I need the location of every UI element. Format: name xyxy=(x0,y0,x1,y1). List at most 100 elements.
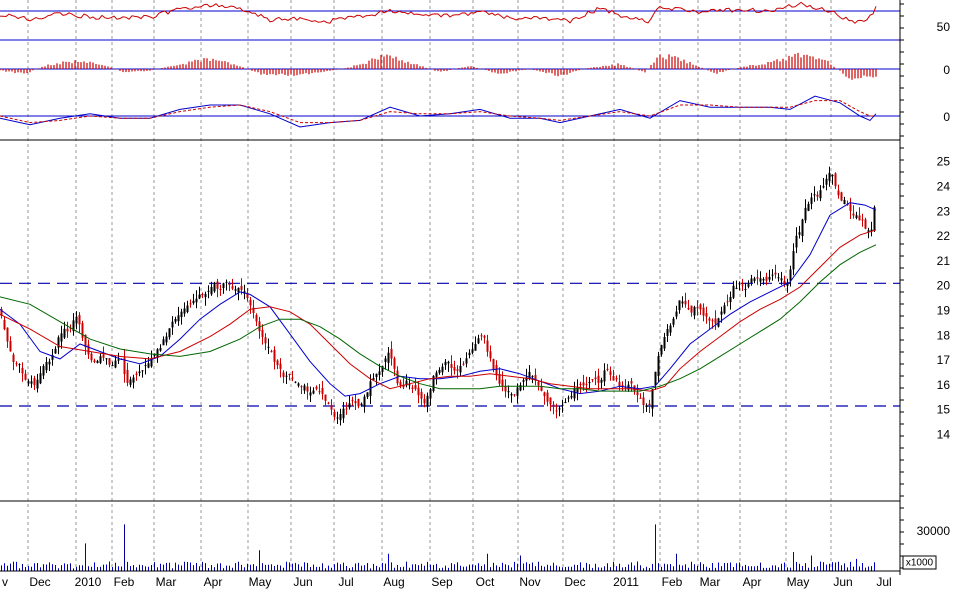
candle-body xyxy=(207,290,210,292)
candle-body xyxy=(273,349,276,362)
histogram-panel xyxy=(0,52,900,80)
candle-body xyxy=(693,307,696,316)
candle-body xyxy=(759,278,762,282)
x-tick-label: Apr xyxy=(204,575,223,589)
candle-body xyxy=(171,321,174,328)
moving-average-short xyxy=(0,202,877,397)
candle-body xyxy=(351,399,354,401)
candle-body xyxy=(714,318,717,324)
signal-panel xyxy=(0,95,900,128)
candle-body xyxy=(225,281,228,283)
candle-body xyxy=(546,392,549,402)
candle-body xyxy=(612,376,615,381)
candle-body xyxy=(609,371,612,376)
candle-body xyxy=(102,354,105,358)
candle-body xyxy=(771,274,774,276)
candle-body xyxy=(720,311,723,315)
candle-body xyxy=(852,213,855,216)
candle-body xyxy=(588,382,591,383)
candle-body xyxy=(66,328,69,332)
candle-body xyxy=(696,307,699,309)
candle-body xyxy=(300,386,303,388)
candle-body xyxy=(159,348,162,351)
candle-body xyxy=(366,392,369,397)
price-tick-label: 14 xyxy=(937,427,951,441)
candle-body xyxy=(249,299,252,306)
candle-body xyxy=(189,303,192,305)
candle-body xyxy=(30,381,33,384)
candle-body xyxy=(309,392,312,396)
candle-body xyxy=(33,378,36,386)
candle-body xyxy=(450,364,453,368)
candle-body xyxy=(195,298,198,303)
oscillator-line xyxy=(0,1,877,24)
candle-body xyxy=(501,379,504,386)
candle-body xyxy=(183,308,186,314)
candle-body xyxy=(444,361,447,366)
signal-trigger-line xyxy=(0,100,876,124)
candle-body xyxy=(261,329,264,337)
candle-body xyxy=(522,380,525,382)
candle-body xyxy=(615,378,618,380)
candle-body xyxy=(630,381,633,384)
candle-body xyxy=(75,316,78,324)
candle-body xyxy=(543,392,546,397)
candle-body xyxy=(60,333,63,342)
price-tick-label: 19 xyxy=(937,303,951,317)
candle-body xyxy=(777,277,780,279)
candle-body xyxy=(126,369,129,383)
x-tick-label: Feb xyxy=(114,575,135,589)
candle-body xyxy=(747,284,750,287)
candle-body xyxy=(279,363,282,369)
candle-body xyxy=(87,344,90,355)
candle-body xyxy=(315,386,318,389)
signal-line xyxy=(0,95,877,128)
candle-body xyxy=(213,284,216,292)
candle-body xyxy=(129,379,132,385)
candle-body xyxy=(813,194,816,196)
candle-body xyxy=(414,385,417,390)
candle-body xyxy=(267,346,270,348)
candle-body xyxy=(363,396,366,407)
candle-body xyxy=(297,383,300,386)
candle-body xyxy=(825,178,828,185)
candle-body xyxy=(342,408,345,419)
candle-body xyxy=(492,359,495,370)
candle-body xyxy=(348,403,351,408)
candle-body xyxy=(495,365,498,376)
x-tick-label: Sep xyxy=(431,575,453,589)
candle-body xyxy=(489,351,492,359)
candle-body xyxy=(285,375,288,377)
candle-body xyxy=(471,349,474,353)
candle-body xyxy=(873,207,876,231)
candle-body xyxy=(837,190,840,196)
candle-body xyxy=(357,399,360,407)
candle-body xyxy=(453,367,456,371)
candle-body xyxy=(429,389,432,399)
candle-body xyxy=(222,283,225,288)
volume-tick-label: 30000 xyxy=(917,524,951,538)
candle-body xyxy=(636,392,639,396)
candle-body xyxy=(39,373,42,384)
volume-panel xyxy=(1,524,875,571)
candle-body xyxy=(384,358,387,362)
price-tick-label: 23 xyxy=(937,204,951,218)
candle-body xyxy=(468,352,471,356)
candle-body xyxy=(504,386,507,392)
candle-body xyxy=(861,219,864,221)
candle-body xyxy=(327,402,330,404)
price-tick-label: 18 xyxy=(937,328,951,342)
x-tick-label: Jun xyxy=(293,575,312,589)
histogram-tick-label: 0 xyxy=(943,63,950,77)
candle-body xyxy=(423,398,426,404)
candle-body xyxy=(537,381,540,386)
candle-body xyxy=(483,335,486,338)
candle-body xyxy=(210,287,213,295)
candle-body xyxy=(741,284,744,286)
moving-average-long xyxy=(0,244,877,392)
candle-body xyxy=(735,287,738,289)
candle-body xyxy=(393,358,396,369)
price-tick-label: 20 xyxy=(937,279,951,293)
candle-body xyxy=(465,358,468,364)
y-axis-labels: 50001415161718192021222324253000010000x1… xyxy=(902,20,951,570)
